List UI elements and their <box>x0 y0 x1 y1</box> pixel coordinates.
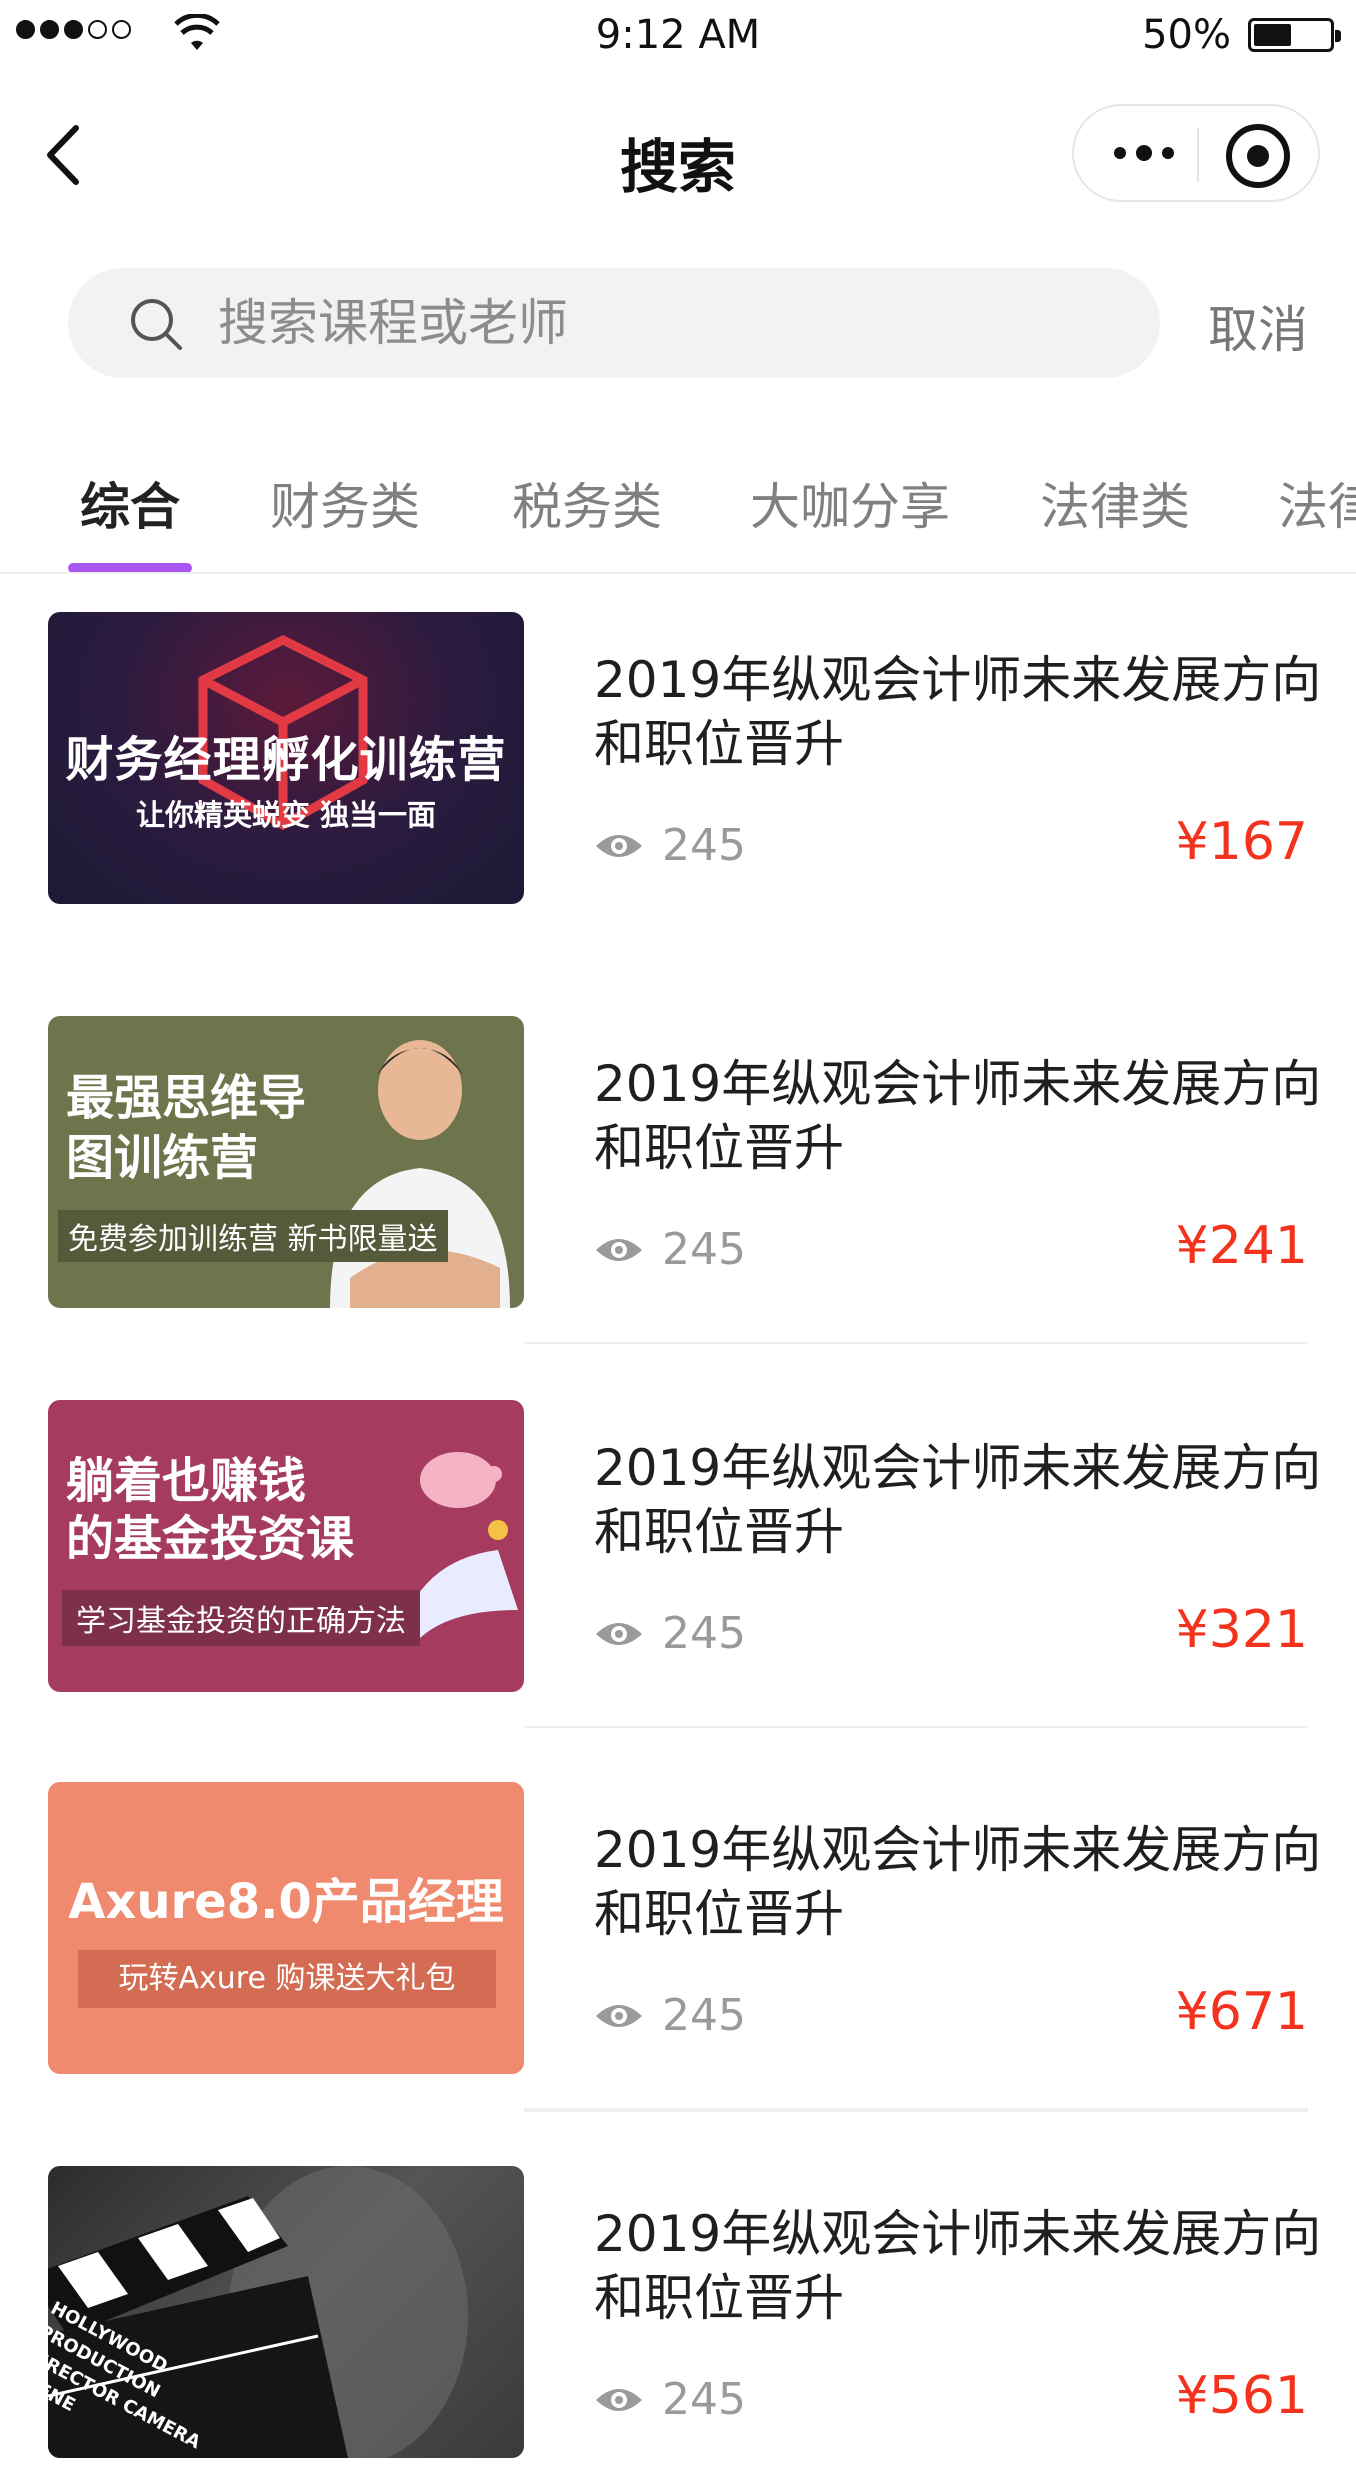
thumbnail-subtitle: 让你精英蜕变 独当一面 <box>135 798 437 832</box>
divider <box>524 1342 1308 1344</box>
nav-bar: 搜索 <box>0 90 1356 220</box>
view-count-value: 245 <box>662 820 746 871</box>
thumbnail-title: 躺着也赚钱 的基金投资课 <box>66 1453 355 1567</box>
search-input[interactable] <box>216 288 1116 358</box>
course-thumbnail: Axure8.0产品经理 玩转Axure 购课送大礼包 <box>48 1782 524 2074</box>
eye-icon <box>596 2004 642 2027</box>
thumbnail-subtitle: 玩转Axure 购课送大礼包 <box>78 1950 496 2008</box>
course-thumbnail: 财务经理孵化训练营 让你精英蜕变 独当一面 <box>48 612 524 904</box>
view-count-value: 245 <box>662 1608 746 1659</box>
course-item[interactable]: Axure8.0产品经理 玩转Axure 购课送大礼包 2019年纵观会计师未来… <box>0 1782 1356 2110</box>
thumbnail-title: 财务经理孵化训练营 <box>65 732 507 788</box>
eye-icon <box>596 2388 642 2411</box>
tab-tax[interactable]: 税务类 <box>512 467 662 539</box>
search-icon <box>131 299 182 350</box>
tab-law[interactable]: 法律类 <box>1040 467 1190 539</box>
battery-icon <box>1248 18 1341 52</box>
thumbnail-title: Axure8.0产品经理 <box>68 1874 504 1930</box>
mini-program-capsule <box>1072 104 1320 202</box>
tab-all[interactable]: 综合 <box>80 467 180 539</box>
course-price: ¥561 <box>1175 2366 1308 2426</box>
course-title: 2019年纵观会计师未来发展方向和职位晋升 <box>594 1821 1322 1943</box>
view-count: 245 <box>594 2374 746 2425</box>
target-icon[interactable] <box>1226 124 1290 188</box>
course-item[interactable]: HOLLYWOOD PRODUCTION DIRECTOR CAMERA SCE… <box>0 2110 1356 2486</box>
course-title: 2019年纵观会计师未来发展方向和职位晋升 <box>594 1055 1322 1177</box>
instructor-photo <box>330 1040 510 1308</box>
battery-fill <box>1254 24 1291 46</box>
thumbnail-subtitle: 学习基金投资的正确方法 <box>62 1590 420 1646</box>
course-price: ¥167 <box>1175 812 1308 872</box>
course-price: ¥241 <box>1175 1216 1308 1276</box>
divider <box>524 2110 1308 2112</box>
course-title: 2019年纵观会计师未来发展方向和职位晋升 <box>594 2205 1322 2327</box>
thumbnail-subtitle: 免费参加训练营 新书限量送 <box>58 1210 448 1262</box>
course-title: 2019年纵观会计师未来发展方向和职位晋升 <box>594 651 1322 773</box>
view-count-value: 245 <box>662 1224 746 1275</box>
course-price: ¥321 <box>1175 1600 1308 1660</box>
category-tabs: 综合 财务类 税务类 大咖分享 法律类 法律 <box>0 455 1356 575</box>
view-count: 245 <box>594 1990 746 2041</box>
course-item[interactable]: 财务经理孵化训练营 让你精英蜕变 独当一面 2019年纵观会计师未来发展方向和职… <box>0 612 1356 932</box>
tab-finance[interactable]: 财务类 <box>270 467 420 539</box>
tab-expert-sharing[interactable]: 大咖分享 <box>750 467 950 539</box>
view-count: 245 <box>594 1224 746 1275</box>
eye-icon <box>596 834 642 857</box>
course-title: 2019年纵观会计师未来发展方向和职位晋升 <box>594 1439 1322 1561</box>
course-item[interactable]: 躺着也赚钱 的基金投资课 学习基金投资的正确方法 2019年纵观会计师未来发展方… <box>0 1400 1356 1728</box>
status-bar: 9:12 AM 50% <box>0 0 1356 70</box>
course-thumbnail: 躺着也赚钱 的基金投资课 学习基金投资的正确方法 <box>48 1400 524 1692</box>
course-thumbnail: HOLLYWOOD PRODUCTION DIRECTOR CAMERA SCE… <box>48 2166 524 2458</box>
eye-icon <box>596 1238 642 1261</box>
more-icon[interactable] <box>1104 128 1184 178</box>
divider <box>0 572 1356 574</box>
course-price: ¥671 <box>1175 1982 1308 2042</box>
view-count: 245 <box>594 1608 746 1659</box>
course-thumbnail: 最强思维导 图训练营 免费参加训练营 新书限量送 <box>48 1016 524 1308</box>
eye-icon <box>596 1622 642 1645</box>
battery-percent: 50% <box>1142 12 1231 58</box>
view-count-value: 245 <box>662 2374 746 2425</box>
cancel-button[interactable]: 取消 <box>1208 290 1308 362</box>
course-item[interactable]: 最强思维导 图训练营 免费参加训练营 新书限量送 2019年纵观会计师未来发展方… <box>0 1016 1356 1344</box>
view-count: 245 <box>594 820 746 871</box>
tab-law-2[interactable]: 法律 <box>1278 467 1356 539</box>
thumbnail-title: 最强思维导 图训练营 <box>66 1070 307 1186</box>
view-count-value: 245 <box>662 1990 746 2041</box>
divider <box>524 1726 1308 1728</box>
search-bar <box>68 268 1160 378</box>
